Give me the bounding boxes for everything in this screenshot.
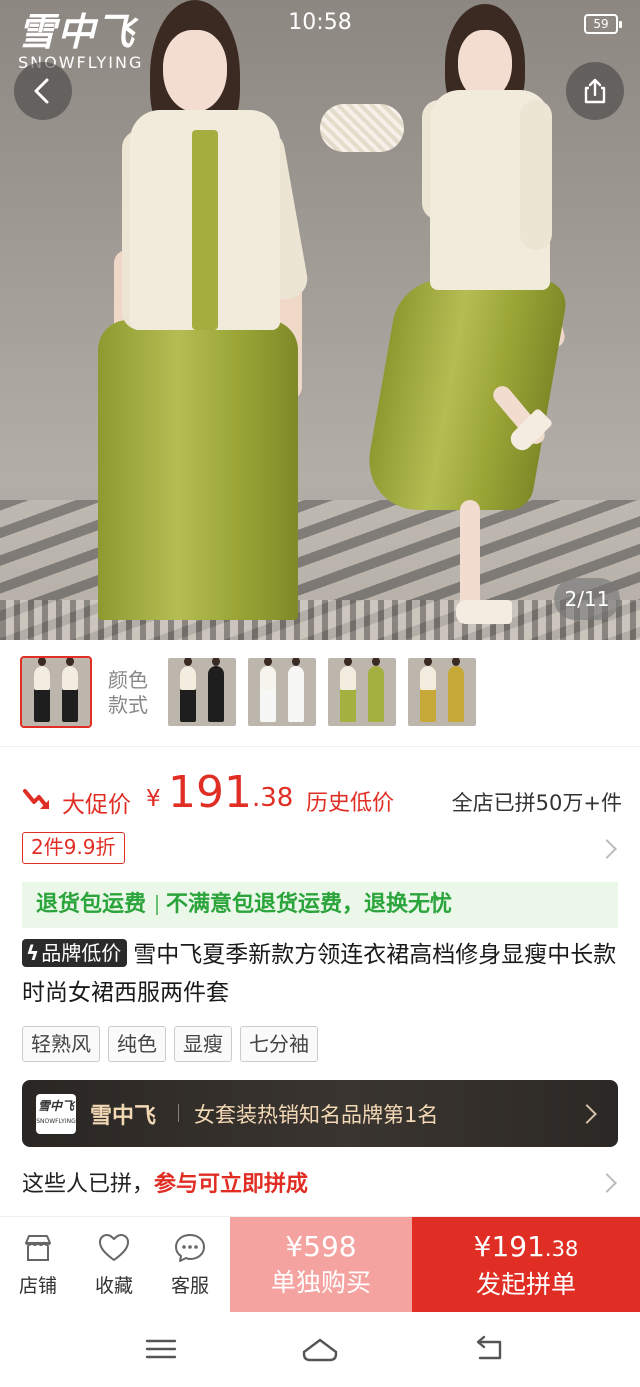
group-buy-highlight: 参与可立即拼成 xyxy=(154,1172,309,1197)
back-button[interactable] xyxy=(14,62,72,120)
lightning-icon: ϟ xyxy=(26,941,40,965)
system-navigation-bar xyxy=(0,1312,640,1387)
bottom-action-bar: 店铺 收藏 客服 ¥598 单独购买 ¥191.38 发起拼单 xyxy=(0,1216,640,1313)
status-time: 10:58 xyxy=(288,10,352,35)
group-buy-text: 这些人已拼， xyxy=(22,1172,155,1197)
discount-badge[interactable]: 2件9.9折 xyxy=(22,832,125,864)
thumbnail-strip xyxy=(0,656,640,730)
thumbnail-1[interactable] xyxy=(168,658,236,726)
thumbnail-3[interactable] xyxy=(328,658,396,726)
badge-text: 品牌低价 xyxy=(41,941,122,965)
price-integer: 191 xyxy=(168,767,252,818)
thumbnail-4[interactable] xyxy=(408,658,476,726)
style-label: 颜色 款式 xyxy=(108,668,148,718)
heart-icon xyxy=(99,1234,129,1261)
brand-name: 雪中飞 xyxy=(90,1104,157,1129)
price-currency: ¥ xyxy=(146,786,161,812)
group-price: ¥191.38 xyxy=(412,1217,640,1267)
brand-logo: 雪中飞 SNOWFLYING xyxy=(36,1094,76,1134)
brand-slogan: 女套装热销知名品牌第1名 xyxy=(194,1103,439,1127)
group-label: 发起拼单 xyxy=(475,1270,576,1299)
image-counter: 2/11 xyxy=(554,578,620,620)
chevron-right-icon xyxy=(577,1104,597,1124)
brand-bar[interactable]: 雪中飞 SNOWFLYING 雪中飞 女套装热销知名品牌第1名 xyxy=(22,1080,618,1147)
buy-alone-button[interactable]: ¥598 单独购买 xyxy=(230,1217,412,1313)
product-title: ϟ 品牌低价 雪中飞夏季新款方领连衣裙高档修身显瘦中长款时尚女裙西服两件套 xyxy=(22,936,618,1012)
service-label: 客服 xyxy=(170,1275,209,1297)
divider xyxy=(0,746,640,747)
chat-icon xyxy=(175,1234,205,1262)
favorite-button[interactable]: 收藏 xyxy=(84,1231,144,1298)
thumbnail-0[interactable] xyxy=(20,656,92,728)
customer-service-button[interactable]: 客服 xyxy=(160,1231,220,1298)
tag-item[interactable]: 轻熟风 xyxy=(22,1026,100,1062)
price-down-icon xyxy=(23,789,49,809)
back-nav-icon[interactable] xyxy=(468,1332,508,1366)
group-price-int: ¥191 xyxy=(473,1230,545,1263)
favorite-label: 收藏 xyxy=(94,1275,133,1297)
model-side xyxy=(320,0,600,640)
brand-low-price-badge: ϟ 品牌低价 xyxy=(22,939,128,967)
chevron-right-icon[interactable] xyxy=(597,1173,617,1193)
guarantee-main: 退货包运费 xyxy=(36,892,147,917)
sold-count: 全店已拼50万+件 xyxy=(451,791,622,815)
tag-item[interactable]: 纯色 xyxy=(108,1026,166,1062)
store-label: 店铺 xyxy=(18,1275,57,1297)
single-label: 单独购买 xyxy=(270,1268,371,1297)
history-low-tag: 历史低价 xyxy=(306,791,395,816)
tag-item[interactable]: 七分袖 xyxy=(240,1026,318,1062)
share-button[interactable] xyxy=(566,62,624,120)
menu-icon[interactable] xyxy=(141,1332,181,1366)
style-label-line1: 颜色 xyxy=(108,668,148,692)
model-front xyxy=(90,0,330,640)
group-buy-row[interactable]: 这些人已拼，参与可立即拼成 xyxy=(22,1166,308,1198)
return-guarantee[interactable]: 退货包运费 不满意包退货运费，退换无忧 xyxy=(22,882,618,928)
brand-logo-en: SNOWFLYING xyxy=(36,1118,76,1125)
price-row: 大促价 ¥ 191 .38 历史低价 全店已拼50万+件 xyxy=(22,765,622,825)
brand-divider xyxy=(178,1104,179,1122)
group-price-dec: .38 xyxy=(544,1237,579,1261)
chevron-right-icon[interactable] xyxy=(597,839,617,859)
home-icon[interactable] xyxy=(300,1332,340,1366)
price-decimal: .38 xyxy=(252,783,294,813)
store-button[interactable]: 店铺 xyxy=(8,1231,68,1298)
chevron-left-icon xyxy=(34,78,49,104)
thumbnail-2[interactable] xyxy=(248,658,316,726)
share-icon xyxy=(584,78,606,104)
product-tags: 轻熟风 纯色 显瘦 七分袖 xyxy=(22,1026,318,1062)
product-image[interactable]: 雪中飞 SNOWFLYING 10:58 59 2/11 xyxy=(0,0,640,640)
start-group-buy-button[interactable]: ¥191.38 发起拼单 xyxy=(412,1217,640,1313)
battery-icon: 59 xyxy=(584,14,622,34)
single-price: ¥598 xyxy=(285,1230,357,1263)
guarantee-detail: 不满意包退货运费，退换无忧 xyxy=(166,892,453,917)
style-label-line2: 款式 xyxy=(108,693,148,717)
promo-label: 大促价 xyxy=(62,792,131,818)
tag-item[interactable]: 显瘦 xyxy=(174,1026,232,1062)
store-icon xyxy=(25,1235,51,1261)
brand-logo-cn: 雪中飞 xyxy=(37,1099,74,1113)
